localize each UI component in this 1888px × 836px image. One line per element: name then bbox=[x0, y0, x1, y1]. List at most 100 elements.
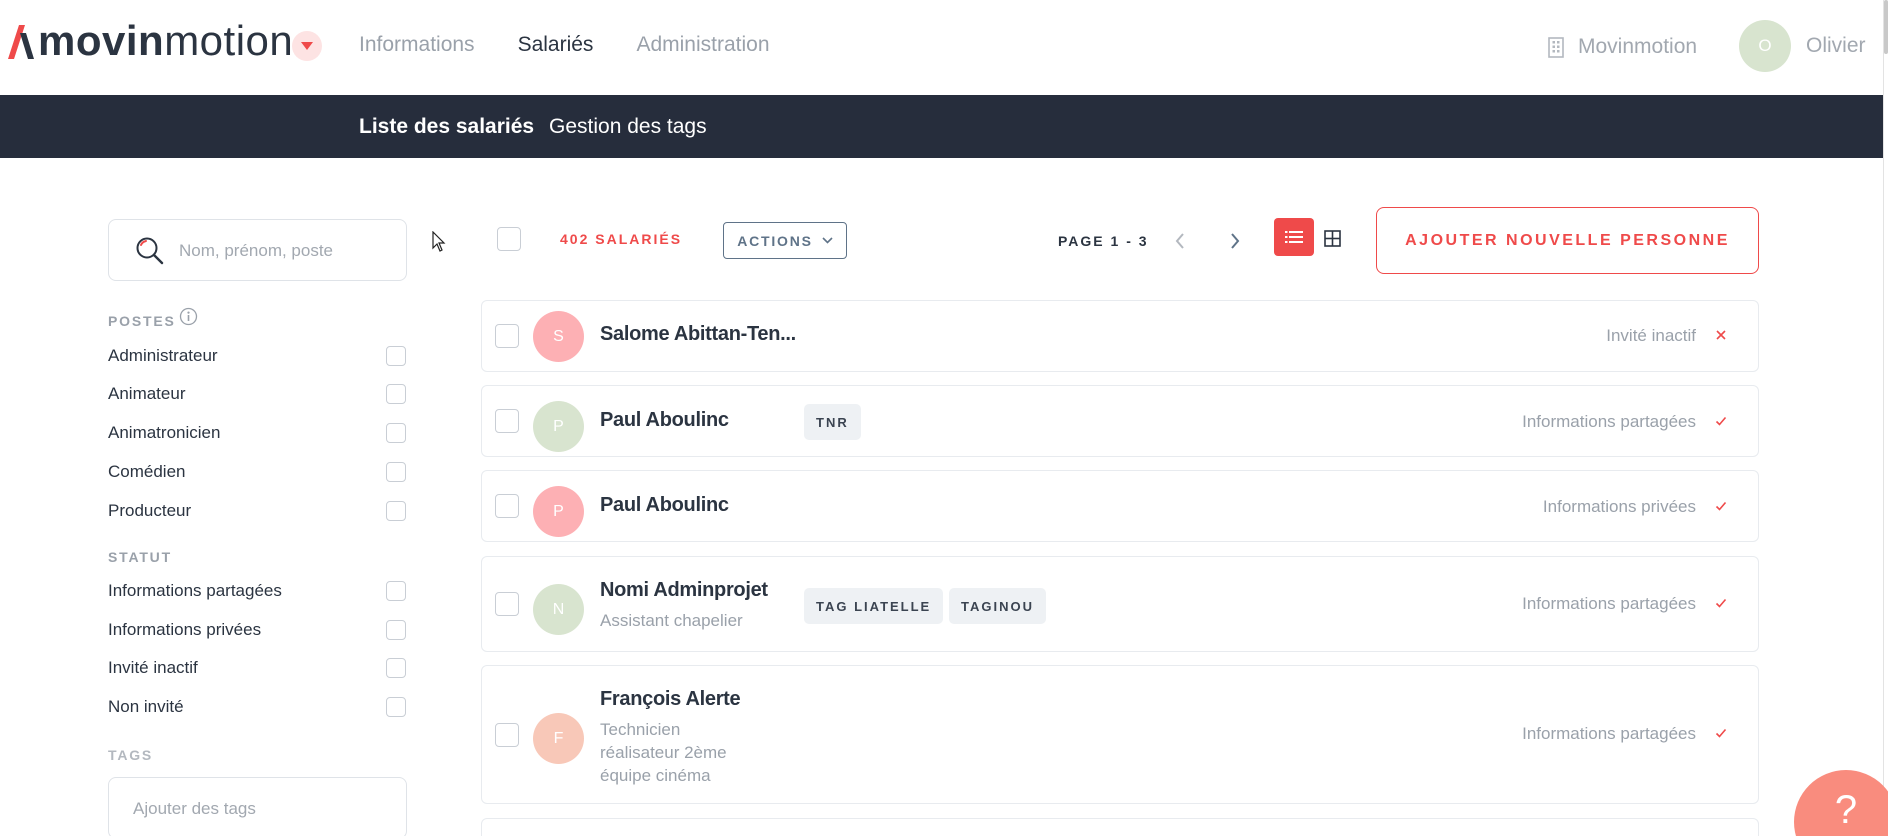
nav-informations[interactable]: Informations bbox=[359, 33, 475, 57]
employee-name[interactable]: Paul Aboulinc bbox=[600, 409, 729, 432]
add-person-button[interactable]: AJOUTER NOUVELLE PERSONNE bbox=[1376, 207, 1759, 274]
filter-checkbox[interactable] bbox=[386, 423, 406, 443]
employee-job-line: réalisateur 2ème bbox=[600, 743, 727, 762]
filter-checkbox[interactable] bbox=[386, 620, 406, 640]
employee-row-partial[interactable] bbox=[481, 818, 1759, 836]
previous-page-button[interactable] bbox=[1170, 230, 1190, 252]
filter-checkbox[interactable] bbox=[386, 697, 406, 717]
search-icon bbox=[136, 237, 164, 265]
filter-statut-invite-inactif[interactable]: Invité inactif bbox=[108, 653, 406, 683]
employee-row[interactable]: P Paul Aboulinc Informations privées bbox=[481, 470, 1759, 542]
company-name: Movinmotion bbox=[1578, 35, 1698, 58]
mouse-cursor-icon bbox=[432, 231, 446, 252]
filter-label: Informations partagées bbox=[108, 581, 282, 600]
employee-avatar: P bbox=[533, 486, 584, 537]
scrollbar-track bbox=[1883, 0, 1884, 836]
filter-statut-non-invite[interactable]: Non invité bbox=[108, 692, 406, 722]
employee-name[interactable]: Nomi Adminprojet bbox=[600, 579, 768, 602]
employee-job-line: Technicien bbox=[600, 720, 681, 739]
grid-view-button[interactable] bbox=[1320, 226, 1344, 250]
nav-salaries[interactable]: Salariés bbox=[518, 33, 594, 57]
help-button[interactable]: ? bbox=[1794, 770, 1888, 836]
list-icon bbox=[1285, 231, 1303, 243]
list-view-button[interactable] bbox=[1274, 218, 1314, 256]
employee-job: Assistant chapelier bbox=[600, 611, 743, 630]
tags-input-box bbox=[108, 777, 407, 836]
employee-status: Informations partagées bbox=[1522, 412, 1696, 431]
filter-checkbox[interactable] bbox=[386, 384, 406, 404]
scrollbar-thumb[interactable] bbox=[1884, 0, 1888, 54]
check-icon bbox=[1715, 416, 1727, 426]
cross-icon bbox=[1716, 330, 1726, 340]
actions-label: ACTIONS bbox=[737, 232, 813, 249]
employee-name[interactable]: Salome Abittan-Ten... bbox=[600, 323, 796, 346]
nav-administration[interactable]: Administration bbox=[636, 33, 769, 57]
employee-status: Informations partagées bbox=[1522, 724, 1696, 743]
filter-checkbox[interactable] bbox=[386, 501, 406, 521]
app-switcher-button[interactable] bbox=[292, 31, 322, 61]
tab-gestion-tags[interactable]: Gestion des tags bbox=[549, 115, 707, 139]
employee-status: Informations partagées bbox=[1522, 594, 1696, 613]
filter-label: Animatronicien bbox=[108, 423, 221, 442]
employee-name[interactable]: François Alerte bbox=[600, 688, 741, 711]
caret-down-icon bbox=[301, 42, 313, 50]
filter-label: Administrateur bbox=[108, 346, 218, 365]
user-name: Olivier bbox=[1806, 34, 1866, 57]
user-avatar: O bbox=[1739, 20, 1791, 72]
check-icon bbox=[1715, 728, 1727, 738]
statut-title: STATUT bbox=[108, 549, 172, 565]
select-all-checkbox[interactable] bbox=[497, 227, 521, 251]
employee-row[interactable]: F François Alerte Technicien réalisateur… bbox=[481, 665, 1759, 804]
check-icon bbox=[1715, 598, 1727, 608]
tags-input[interactable] bbox=[133, 794, 383, 824]
employee-row[interactable]: N Nomi Adminprojet Assistant chapelier T… bbox=[481, 556, 1759, 652]
filter-label: Non invité bbox=[108, 697, 184, 716]
logo-text: movinmotion bbox=[38, 17, 294, 64]
chevron-down-icon bbox=[822, 237, 833, 244]
company-selector[interactable]: Movinmotion bbox=[1546, 35, 1697, 59]
row-checkbox[interactable] bbox=[495, 409, 519, 433]
main-nav: Informations Salariés Administration bbox=[359, 33, 813, 57]
employee-tag[interactable]: TAGINOU bbox=[949, 588, 1046, 624]
employee-count: 402 SALARIÉS bbox=[560, 231, 683, 247]
filter-statut-privees[interactable]: Informations privées bbox=[108, 615, 406, 645]
filter-checkbox[interactable] bbox=[386, 346, 406, 366]
filter-poste-animateur[interactable]: Animateur bbox=[108, 379, 406, 409]
actions-dropdown[interactable]: ACTIONS bbox=[723, 222, 847, 259]
row-checkbox[interactable] bbox=[495, 723, 519, 747]
sub-navigation: Liste des salariés Gestion des tags bbox=[0, 95, 1883, 158]
info-icon[interactable] bbox=[179, 307, 198, 326]
row-checkbox[interactable] bbox=[495, 324, 519, 348]
next-page-button[interactable] bbox=[1225, 230, 1245, 252]
tab-liste-salaries[interactable]: Liste des salariés bbox=[359, 115, 534, 139]
search-input[interactable] bbox=[179, 236, 389, 266]
movinmotion-logo[interactable]: movinmotion bbox=[6, 17, 294, 64]
filter-label: Comédien bbox=[108, 462, 186, 481]
filter-poste-producteur[interactable]: Producteur bbox=[108, 496, 406, 526]
filter-poste-comedien[interactable]: Comédien bbox=[108, 457, 406, 487]
employee-row[interactable]: P Paul Aboulinc TNR Informations partagé… bbox=[481, 385, 1759, 457]
employee-tag[interactable]: TAG LIATELLE bbox=[804, 588, 944, 624]
employee-avatar: F bbox=[533, 713, 584, 764]
employee-row[interactable]: S Salome Abittan-Ten... Invité inactif bbox=[481, 300, 1759, 372]
row-checkbox[interactable] bbox=[495, 592, 519, 616]
filter-poste-animatronicien[interactable]: Animatronicien bbox=[108, 418, 406, 448]
filter-poste-administrateur[interactable]: Administrateur bbox=[108, 341, 406, 371]
employee-avatar: P bbox=[533, 401, 584, 452]
filter-label: Producteur bbox=[108, 501, 192, 520]
filter-checkbox[interactable] bbox=[386, 462, 406, 482]
row-checkbox[interactable] bbox=[495, 494, 519, 518]
tags-title: TAGS bbox=[108, 747, 154, 763]
filter-statut-partagees[interactable]: Informations partagées bbox=[108, 576, 406, 606]
chevron-right-icon bbox=[1231, 233, 1240, 249]
employee-status: Invité inactif bbox=[1606, 326, 1696, 345]
filter-label: Animateur bbox=[108, 384, 186, 403]
filter-label: Invité inactif bbox=[108, 658, 198, 677]
filter-checkbox[interactable] bbox=[386, 658, 406, 678]
postes-title: POSTES bbox=[108, 313, 176, 329]
filter-checkbox[interactable] bbox=[386, 581, 406, 601]
employee-tag[interactable]: TNR bbox=[804, 404, 861, 440]
employee-name[interactable]: Paul Aboulinc bbox=[600, 494, 729, 517]
employee-job-line: équipe cinéma bbox=[600, 766, 711, 785]
user-menu[interactable]: O Olivier bbox=[1739, 20, 1866, 72]
